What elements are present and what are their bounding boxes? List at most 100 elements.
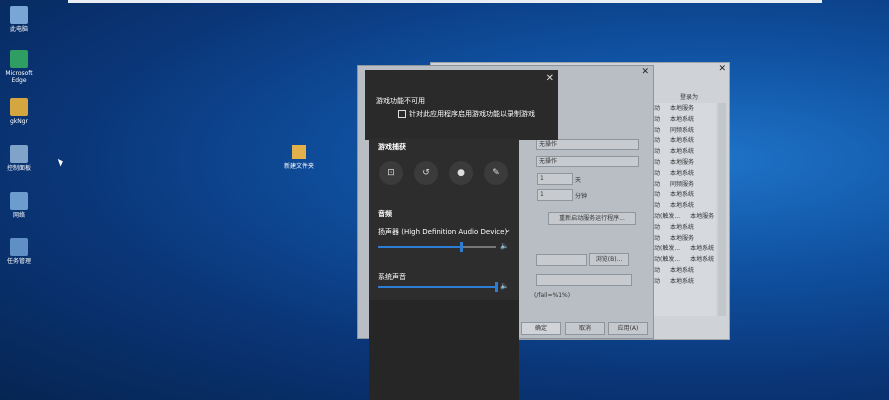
table-cell: 动(触发... xyxy=(654,256,681,264)
desktop-app-icon xyxy=(10,98,28,116)
record-last-icon[interactable]: ↺ xyxy=(414,161,438,185)
folder-icon xyxy=(292,145,306,159)
table-row[interactable]: 动 同频服务 xyxy=(652,179,716,190)
desktop-icon[interactable]: 任务管理 xyxy=(2,238,36,265)
restart-options-button[interactable]: 重新启动服务运行程序... xyxy=(548,212,636,225)
desktop-icon[interactable]: Microsoft Edge xyxy=(2,50,36,84)
table-row[interactable]: 动 本地系统 xyxy=(652,189,716,200)
services-list: 动本地服务动本地系统动同频系统动本地系统动本地系统动本地服务动本地系统动同频服务… xyxy=(652,103,716,316)
system-volume-fill xyxy=(378,286,496,288)
capture-header: 游戏捕获 xyxy=(378,143,406,151)
device-volume-slider[interactable] xyxy=(378,242,496,252)
restart-minutes-input[interactable]: 1 xyxy=(537,189,573,201)
table-cell: 动 xyxy=(654,126,661,134)
table-cell: 本地服务 xyxy=(670,234,695,242)
table-row[interactable]: 动 本地服务 xyxy=(652,103,716,114)
days-unit: 天 xyxy=(575,177,582,184)
desktop-icon[interactable]: 控制面板 xyxy=(2,145,36,172)
table-cell: 本地服务 xyxy=(670,158,695,166)
audio-widget: 音频 扬声器 (High Definition Audio Device) ⌄ … xyxy=(369,204,519,300)
table-cell: 本地系统 xyxy=(670,191,695,199)
second-failure-select[interactable]: 无操作 xyxy=(536,156,639,167)
table-row[interactable]: 动(触发... 本地服务 xyxy=(652,211,716,222)
services-scrollbar[interactable] xyxy=(718,103,726,316)
table-row[interactable]: 动(触发... 本地系统 xyxy=(652,243,716,254)
desktop-icon-label: 控制面板 xyxy=(6,165,31,172)
apply-button[interactable]: 应用(A) xyxy=(608,322,648,335)
mouse-cursor-icon xyxy=(57,157,65,167)
system-volume-thumb[interactable] xyxy=(495,282,498,292)
desktop-app-icon xyxy=(10,145,28,163)
system-volume-slider[interactable] xyxy=(378,282,498,292)
game-unavailable-popup: 游戏功能不可用 ✕ 针对此应用程序启用游戏功能以录制游戏 xyxy=(365,70,558,140)
desktop-folder[interactable]: 新建文件夹 xyxy=(282,145,316,170)
capture-widget: 游戏捕获 ⊡ ↺ ● ✎ xyxy=(369,138,519,212)
table-row[interactable]: 动 本地系统 xyxy=(652,135,716,146)
table-cell: 本地服务 xyxy=(690,212,715,220)
table-row[interactable]: 动 本地系统 xyxy=(652,265,716,276)
browse-button[interactable]: 浏览(B)... xyxy=(589,253,629,266)
desktop-app-icon xyxy=(10,6,28,24)
enable-game-checkbox[interactable] xyxy=(398,110,406,118)
desktop-app-icon xyxy=(10,238,28,256)
params-input[interactable] xyxy=(536,274,632,286)
table-row[interactable]: 动 本地系统 xyxy=(652,114,716,125)
reset-days-input[interactable]: 1 xyxy=(537,173,573,185)
system-sound-label: 系统声音 xyxy=(378,273,406,281)
desktop-app-icon xyxy=(10,192,28,210)
table-row[interactable]: 动 本地系统 xyxy=(652,168,716,179)
table-row[interactable]: 动 本地服务 xyxy=(652,157,716,168)
first-failure-select[interactable]: 无操作 xyxy=(536,139,639,150)
device-volume-thumb[interactable] xyxy=(459,242,463,252)
table-cell: 本地系统 xyxy=(690,245,715,253)
dialog-close-icon[interactable]: ✕ xyxy=(641,67,649,77)
table-cell: 动 xyxy=(654,234,661,242)
table-cell: 动 xyxy=(654,115,661,123)
table-cell: 本地系统 xyxy=(670,115,695,123)
desktop-icon[interactable]: 此电脑 xyxy=(2,6,36,33)
desktop-app-icon xyxy=(10,50,28,68)
close-icon[interactable]: ✕ xyxy=(718,64,726,74)
desktop-icon-label: gkNgr xyxy=(9,118,29,125)
screenshot-icon[interactable]: ⊡ xyxy=(379,161,403,185)
desktop-icon[interactable]: gkNgr xyxy=(2,98,36,125)
table-cell: 本地系统 xyxy=(690,256,715,264)
table-cell: 本地系统 xyxy=(670,148,695,156)
table-cell: 本地系统 xyxy=(670,266,695,274)
program-input[interactable] xyxy=(536,254,587,266)
table-cell: 同频系统 xyxy=(670,126,695,134)
desktop-icon-label: Microsoft Edge xyxy=(5,70,33,84)
chevron-down-icon[interactable]: ⌄ xyxy=(504,225,511,234)
table-row[interactable]: 动 同频系统 xyxy=(652,125,716,136)
table-cell: 动 xyxy=(654,191,661,199)
table-cell: 动 xyxy=(654,266,661,274)
params-text: (/fail=%1%) xyxy=(534,292,571,299)
audio-device-label: 扬声器 (High Definition Audio Device) xyxy=(378,228,508,236)
table-row[interactable]: 动 本地服务 xyxy=(652,233,716,244)
desktop-icon[interactable]: 网络 xyxy=(2,192,36,219)
table-cell: 动 xyxy=(654,158,661,166)
folder-label: 新建文件夹 xyxy=(283,163,314,170)
table-row[interactable]: 动 本地系统 xyxy=(652,200,716,211)
top-window-edge xyxy=(68,0,822,3)
popup-close-icon[interactable]: ✕ xyxy=(546,73,554,84)
record-icon[interactable]: ● xyxy=(449,161,473,185)
desktop-icon-label: 任务管理 xyxy=(6,258,31,265)
device-volume-fill xyxy=(378,246,461,248)
table-cell: 动 xyxy=(654,223,661,231)
table-row[interactable]: 动 本地系统 xyxy=(652,146,716,157)
table-cell: 动 xyxy=(654,169,661,177)
services-header: 登录为 xyxy=(680,94,699,101)
system-speaker-icon[interactable]: 🔈 xyxy=(500,282,509,290)
table-row[interactable]: 动(触发... 本地系统 xyxy=(652,254,716,265)
table-cell: 动 xyxy=(654,277,661,285)
table-cell: 动 xyxy=(654,137,661,145)
minutes-unit: 分钟 xyxy=(575,193,588,200)
speaker-icon[interactable]: 🔈 xyxy=(500,242,509,250)
table-row[interactable]: 动 本地系统 xyxy=(652,276,716,287)
table-row[interactable]: 动 本地系统 xyxy=(652,222,716,233)
mic-off-icon[interactable]: ✎ xyxy=(484,161,508,185)
ok-button[interactable]: 确定 xyxy=(521,322,561,335)
table-cell: 动 xyxy=(654,180,661,188)
cancel-button[interactable]: 取消 xyxy=(565,322,605,335)
